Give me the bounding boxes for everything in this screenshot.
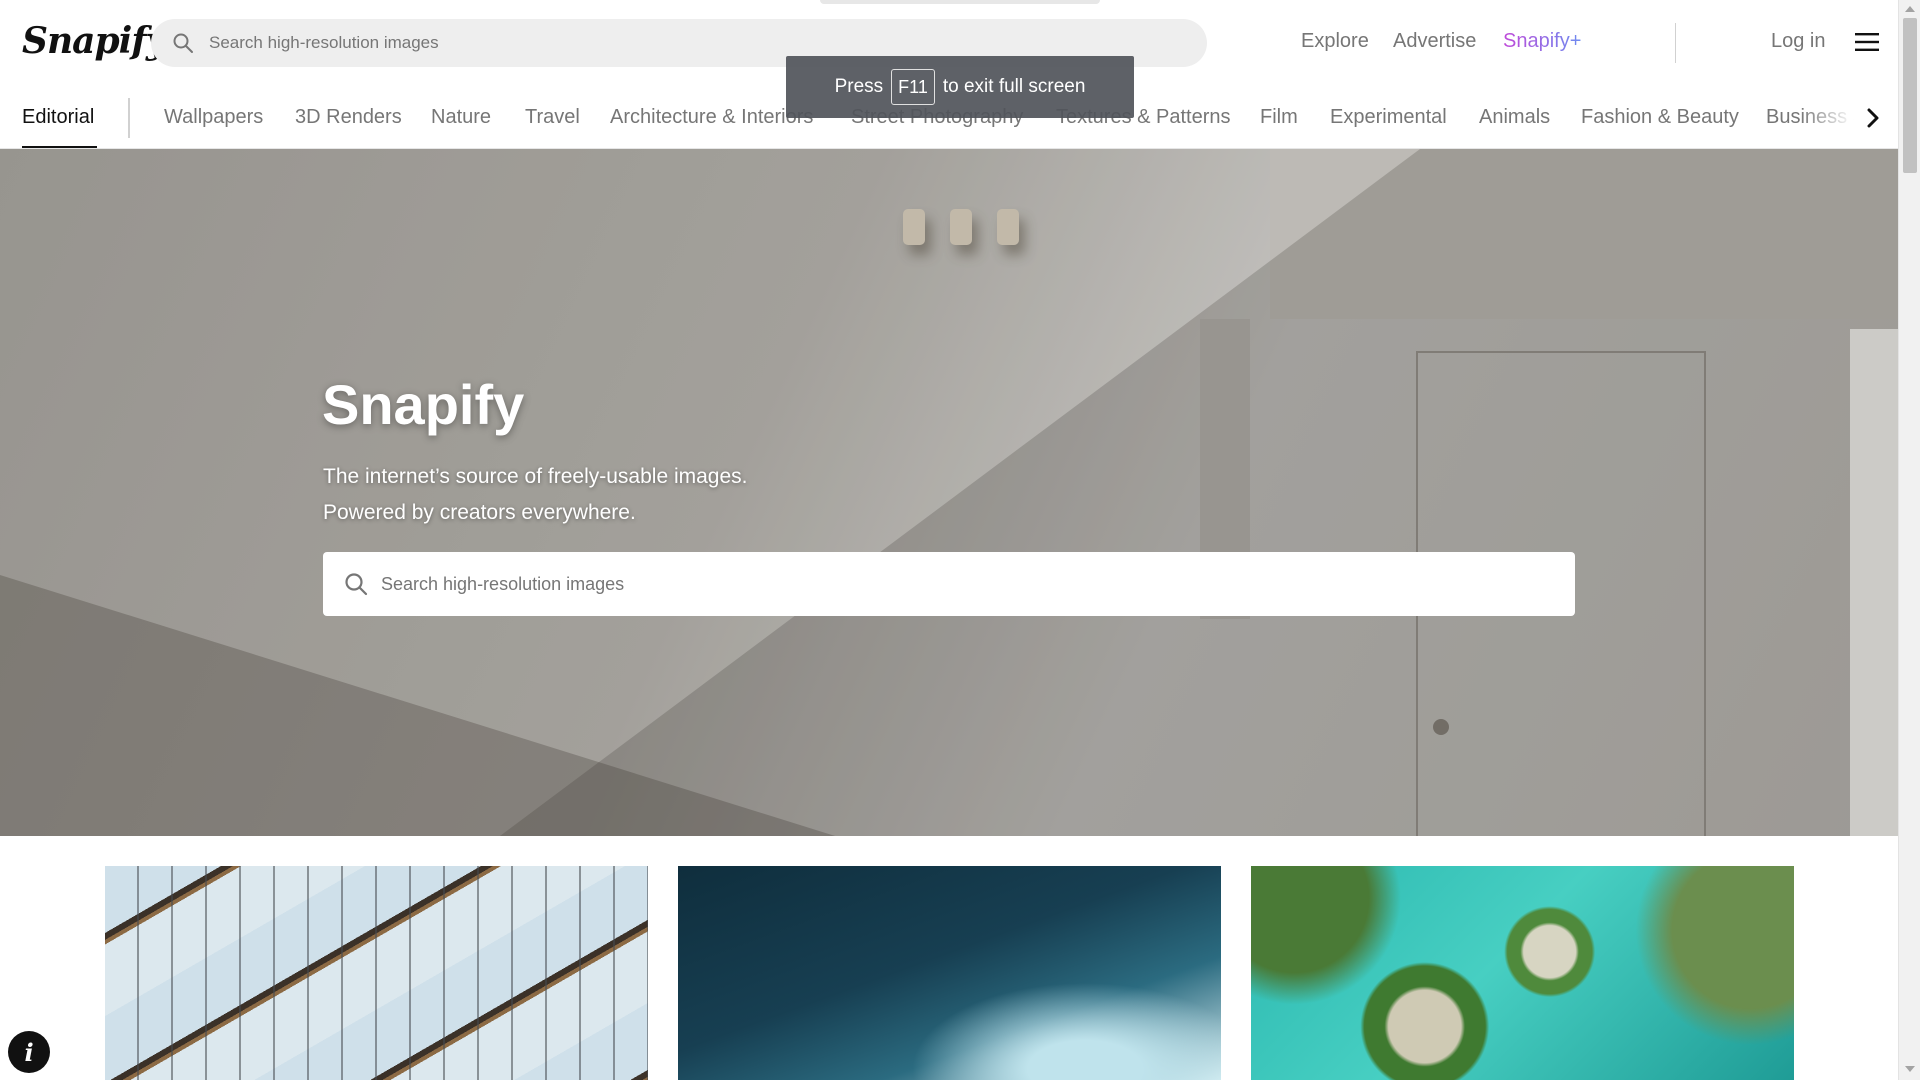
toast-press-text: Press [834,76,884,97]
search-icon[interactable] [171,31,195,55]
hero-search-input[interactable] [381,552,1551,616]
tab-animals[interactable]: Animals [1479,106,1550,129]
tab-3d-renders[interactable]: 3D Renders [295,106,402,129]
login-link[interactable]: Log in [1771,30,1826,53]
info-icon: i [24,1037,34,1067]
photo-ocean-wave[interactable] [678,866,1221,1080]
nav-plus-link[interactable]: Snapify+ [1503,30,1581,53]
tab-film[interactable]: Film [1260,106,1298,129]
tab-editorial[interactable]: Editorial [22,106,94,129]
fullscreen-exit-tab[interactable] [820,0,1100,4]
hamburger-menu-icon[interactable] [1855,32,1879,52]
hero-tint [0,149,1898,836]
photo-building-facade[interactable] [105,866,648,1080]
hero-search-bar[interactable] [323,552,1575,616]
hero-subtitle-line-1: The internet’s source of freely-usable i… [323,465,748,488]
category-divider [128,98,130,138]
tab-architecture-interiors[interactable]: Architecture & Interiors [610,106,813,129]
hero-title: Snapify [322,373,525,436]
toast-message: to exit full screen [942,76,1086,97]
chevron-right-icon[interactable] [1862,107,1884,129]
toast-key: F11 [891,69,935,105]
tab-fashion-beauty[interactable]: Fashion & Beauty [1581,106,1739,129]
search-icon[interactable] [343,571,369,597]
scroll-up-arrow-icon[interactable] [1905,6,1915,12]
tab-travel[interactable]: Travel [525,106,580,129]
photo-tropical-lagoon[interactable] [1251,866,1794,1080]
scroll-down-arrow-icon[interactable] [1905,1066,1915,1072]
hero-subtitle: The internet’s source of freely-usable i… [323,459,748,531]
logo[interactable]: Snapify [22,20,167,62]
nav-advertise-link[interactable]: Advertise [1393,30,1476,53]
fullscreen-toast: Press F11 to exit full screen [786,56,1134,118]
page-scrollbar[interactable] [1898,0,1920,1080]
tab-experimental[interactable]: Experimental [1330,106,1447,129]
hero-subtitle-line-2: Powered by creators everywhere. [323,501,636,524]
header-divider [1675,23,1676,63]
tab-wallpapers[interactable]: Wallpapers [164,106,263,129]
scrollbar-thumb[interactable] [1903,18,1917,173]
hero-banner: Snapify The internet’s source of freely-… [0,149,1898,836]
nav-explore-link[interactable]: Explore [1301,30,1369,53]
tab-nature[interactable]: Nature [431,106,491,129]
info-button[interactable]: i [8,1031,50,1073]
